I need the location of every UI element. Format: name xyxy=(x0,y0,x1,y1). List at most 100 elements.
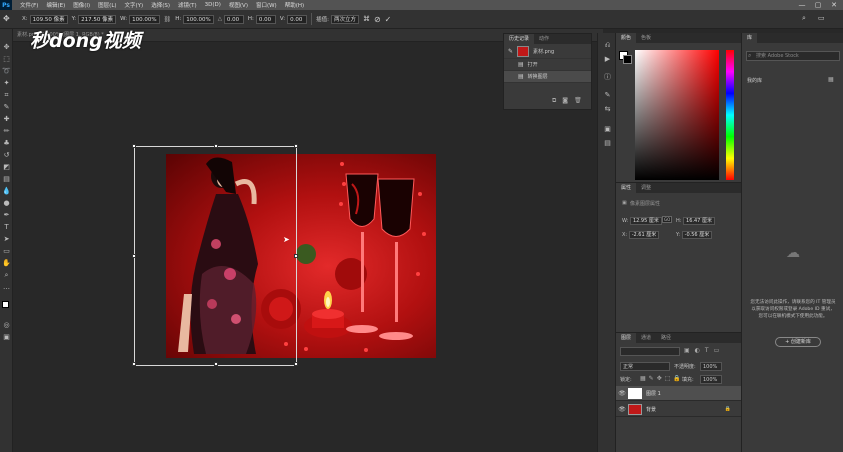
marquee-icon[interactable]: ⬚ xyxy=(2,55,11,64)
filter-pixel-icon[interactable]: ▣ xyxy=(684,347,690,354)
tab-history[interactable]: 历史记录 xyxy=(504,34,535,44)
handle-top-left[interactable] xyxy=(132,144,136,148)
lock-transparent-icon[interactable]: ▦ xyxy=(640,375,646,382)
lock-position-icon[interactable]: ✥ xyxy=(657,375,662,382)
warp-icon[interactable]: ⌘ xyxy=(363,15,370,23)
layer-name[interactable]: 背景 xyxy=(646,406,656,413)
blur-icon[interactable]: 💧 xyxy=(2,187,11,196)
w-field[interactable]: 100.00% xyxy=(129,14,160,24)
tab-adjustments[interactable]: 调整 xyxy=(636,183,656,193)
blend-mode-select[interactable]: 正常 xyxy=(620,362,670,371)
library-select[interactable]: 我的库 xyxy=(747,77,762,84)
x-field[interactable]: 109.50 像素 xyxy=(29,14,68,24)
tab-color[interactable]: 颜色 xyxy=(616,33,637,43)
lock-all-icon[interactable]: 🔒 xyxy=(673,375,680,382)
layer-row[interactable]: 👁 图层 1 xyxy=(616,386,741,401)
link-icon[interactable]: ⛓ xyxy=(164,16,172,23)
type-icon[interactable]: T xyxy=(2,223,11,232)
interp-select[interactable]: 两次立方 xyxy=(330,14,359,24)
menu-image[interactable]: 图像(I) xyxy=(69,1,94,9)
handle-middle-left[interactable] xyxy=(132,254,136,258)
prop-w-field[interactable]: 12.95 厘米 xyxy=(629,217,662,225)
hue-slider[interactable] xyxy=(726,50,734,180)
close-button[interactable]: ✕ xyxy=(827,0,841,10)
menu-filter[interactable]: 滤镜(T) xyxy=(174,1,201,9)
lock-pixels-icon[interactable]: ✎ xyxy=(649,375,654,382)
transform-bounding-box[interactable] xyxy=(132,144,298,366)
info-panel-icon[interactable]: ⓘ xyxy=(603,73,612,82)
brush-icon[interactable]: ✏ xyxy=(2,127,11,136)
eyedropper-icon[interactable]: ✎ xyxy=(2,103,11,112)
move-icon[interactable]: ✥ xyxy=(2,43,11,52)
tab-layers[interactable]: 图层 xyxy=(616,333,637,343)
prop-y-field[interactable]: -0.56 厘米 xyxy=(681,231,713,239)
prop-h-field[interactable]: 16.47 厘米 xyxy=(683,217,715,225)
prop-x-field[interactable]: -2.61 厘米 xyxy=(628,231,660,239)
lasso-icon[interactable]: ➰ xyxy=(2,67,11,76)
gradient-icon[interactable]: ▤ xyxy=(2,175,11,184)
menu-select[interactable]: 选择(S) xyxy=(147,1,174,9)
menu-layer[interactable]: 图层(L) xyxy=(94,1,120,9)
layer-name[interactable]: 图层 1 xyxy=(646,390,661,397)
hskew-field[interactable]: 0.00 xyxy=(255,14,276,24)
foreground-color-swatch[interactable] xyxy=(2,301,9,308)
grid-view-icon[interactable]: ▦ xyxy=(828,76,834,83)
tab-channels[interactable]: 通道 xyxy=(636,333,656,343)
menu-view[interactable]: 视图(V) xyxy=(225,1,252,9)
tab-libraries[interactable]: 库 xyxy=(742,33,758,43)
menu-3d[interactable]: 3D(D) xyxy=(201,2,225,8)
tab-actions[interactable]: 动作 xyxy=(534,34,554,44)
filter-type-icon[interactable]: T xyxy=(705,347,709,354)
menu-help[interactable]: 帮助(H) xyxy=(281,1,308,9)
adjust-icon[interactable]: ⇆ xyxy=(603,105,612,114)
new-document-icon[interactable]: ⧉ xyxy=(552,97,556,105)
crop-icon[interactable]: ⌗ xyxy=(2,91,11,100)
constrain-link-icon[interactable]: GO xyxy=(662,216,673,223)
notes-icon[interactable]: ▤ xyxy=(603,139,612,148)
menu-type[interactable]: 文字(Y) xyxy=(121,1,148,9)
camera-icon[interactable]: ◙ xyxy=(562,97,568,105)
move-tool-icon[interactable]: ✥ xyxy=(3,14,10,23)
tab-paths[interactable]: 路径 xyxy=(656,333,676,343)
maximize-button[interactable]: ▢ xyxy=(811,0,825,10)
zoom-icon[interactable]: ⌕ xyxy=(2,271,11,280)
eraser-icon[interactable]: ◩ xyxy=(2,163,11,172)
commit-transform-icon[interactable]: ✓ xyxy=(385,15,392,24)
eye-icon[interactable]: 👁 xyxy=(616,390,628,397)
quick-mask-icon[interactable]: ◎ xyxy=(2,321,11,330)
handle-bottom-center[interactable] xyxy=(214,362,218,366)
angle-field[interactable]: 0.00 xyxy=(223,14,244,24)
handle-middle-right[interactable] xyxy=(294,254,298,258)
menu-file[interactable]: 文件(F) xyxy=(16,1,42,9)
filter-shape-icon[interactable]: ▭ xyxy=(714,347,720,354)
eye-icon[interactable]: 👁 xyxy=(616,406,628,413)
workspace-icon[interactable]: ▭ xyxy=(818,14,825,22)
trash-icon[interactable]: 🗑 xyxy=(574,97,582,105)
path-select-icon[interactable]: ➤ xyxy=(2,235,11,244)
magic-wand-icon[interactable]: ✦ xyxy=(2,79,11,88)
handle-top-right[interactable] xyxy=(294,144,298,148)
history-entry-convert[interactable]: 转换图层 xyxy=(528,73,548,80)
screen-mode-icon[interactable]: ▣ xyxy=(2,333,11,342)
libraries-icon[interactable]: ▣ xyxy=(603,125,612,134)
minimize-button[interactable]: — xyxy=(795,0,809,10)
filter-adjust-icon[interactable]: ◐ xyxy=(695,347,700,354)
healing-brush-icon[interactable]: ✚ xyxy=(2,115,11,124)
cancel-transform-icon[interactable]: ⊘ xyxy=(374,15,381,24)
color-picker-field[interactable] xyxy=(635,50,719,180)
history-brush-icon[interactable]: ↺ xyxy=(2,151,11,160)
snapshot-label[interactable]: 素材.png xyxy=(533,48,554,55)
background-swatch[interactable] xyxy=(623,55,632,64)
hand-icon[interactable]: ✋ xyxy=(2,259,11,268)
handle-top-center[interactable] xyxy=(214,144,218,148)
tab-properties[interactable]: 属性 xyxy=(616,183,637,193)
clone-stamp-icon[interactable]: ♣ xyxy=(2,139,11,148)
opacity-field[interactable]: 100% xyxy=(700,362,722,371)
stock-search-input[interactable]: 搜索 Adobe Stock xyxy=(746,51,840,61)
fill-field[interactable]: 100% xyxy=(700,375,722,384)
tab-swatches[interactable]: 色板 xyxy=(636,33,656,43)
h-field[interactable]: 100.00% xyxy=(183,14,214,24)
lock-artboard-icon[interactable]: ⬚ xyxy=(665,375,671,382)
search-icon[interactable]: ⌕ xyxy=(802,14,806,23)
rectangle-icon[interactable]: ▭ xyxy=(2,247,11,256)
